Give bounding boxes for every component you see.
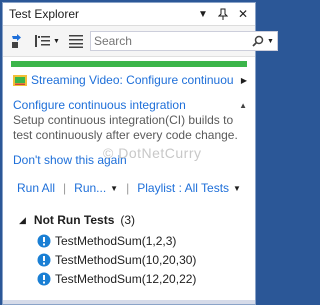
separator: | <box>63 181 67 195</box>
run-menu-link[interactable]: Run... <box>74 181 106 195</box>
run-actions-bar: Run All | Run... ▼ | Playlist : All Test… <box>13 181 247 195</box>
test-item[interactable]: TestMethodSum(10,20,30) <box>13 250 247 269</box>
test-name: TestMethodSum(10,20,30) <box>55 252 197 267</box>
window-menu-chevron-icon[interactable]: ▼ <box>195 6 211 22</box>
run-tests-icon <box>12 34 21 48</box>
ci-notice-panel: Streaming Video: Configure continuou ▶ C… <box>3 67 255 288</box>
collapse-up-icon[interactable]: ▲ <box>239 101 247 110</box>
test-item[interactable]: TestMethodSum(12,20,22) <box>13 269 247 288</box>
ci-description: Setup continuous integration(CI) builds … <box>13 113 247 143</box>
refresh-run-button[interactable] <box>7 30 27 52</box>
video-link-row[interactable]: Streaming Video: Configure continuou ▶ <box>13 73 247 87</box>
collapse-triangle-icon[interactable]: ◢ <box>19 215 26 226</box>
group-by-icon <box>35 35 50 47</box>
group-count: (3) <box>120 213 136 227</box>
list-icon <box>68 35 83 48</box>
ci-title-row: Configure continuous integration ▲ <box>13 98 247 112</box>
playlist-link[interactable]: Playlist : All Tests <box>137 181 229 195</box>
ci-description-line: test continuously after every code chang… <box>13 128 238 142</box>
run-all-link[interactable]: Run All <box>17 181 55 195</box>
not-run-info-icon <box>37 253 51 266</box>
watermark-text: © DotNetCurry <box>103 145 202 161</box>
search-box: ▼ <box>89 31 278 51</box>
chevron-down-icon: ▼ <box>53 37 60 45</box>
toolbar: ▼ ▼ <box>3 26 278 57</box>
search-icon[interactable] <box>252 35 264 47</box>
ci-title-link[interactable]: Configure continuous integration <box>13 98 186 112</box>
run-chevron-down-icon[interactable]: ▼ <box>110 184 118 193</box>
playlist-chevron-down-icon[interactable]: ▼ <box>233 184 241 193</box>
test-name: TestMethodSum(12,20,22) <box>55 271 197 286</box>
video-icon <box>13 75 27 86</box>
test-explorer-window: Test Explorer ▼ ✕ ▼ Search ▼ Streaming V… <box>2 2 278 305</box>
ci-description-line: Setup continuous integration(CI) builds … <box>13 113 234 127</box>
bottom-border <box>3 300 255 304</box>
not-run-info-icon <box>37 234 51 247</box>
test-group-header[interactable]: ◢ Not Run Tests (3) <box>13 213 247 227</box>
video-link[interactable]: Streaming Video: Configure continuou <box>31 73 234 87</box>
test-name: TestMethodSum(1,2,3) <box>55 233 177 248</box>
group-by-button[interactable]: ▼ <box>33 30 62 52</box>
group-name: Not Run Tests <box>33 213 115 227</box>
playlist-button[interactable] <box>66 30 86 52</box>
separator: | <box>126 181 130 195</box>
pin-icon[interactable] <box>215 6 231 22</box>
search-options-chevron-icon[interactable]: ▼ <box>267 38 274 45</box>
window-title: Test Explorer <box>9 7 80 21</box>
test-item[interactable]: TestMethodSum(1,2,3) <box>13 231 247 250</box>
expand-right-icon[interactable]: ▶ <box>239 76 247 85</box>
title-bar: Test Explorer ▼ ✕ <box>3 3 255 26</box>
search-input[interactable] <box>90 33 252 49</box>
not-run-info-icon <box>37 272 51 285</box>
test-list: TestMethodSum(1,2,3) TestMethodSum(10,20… <box>13 231 247 288</box>
close-icon[interactable]: ✕ <box>235 6 251 22</box>
